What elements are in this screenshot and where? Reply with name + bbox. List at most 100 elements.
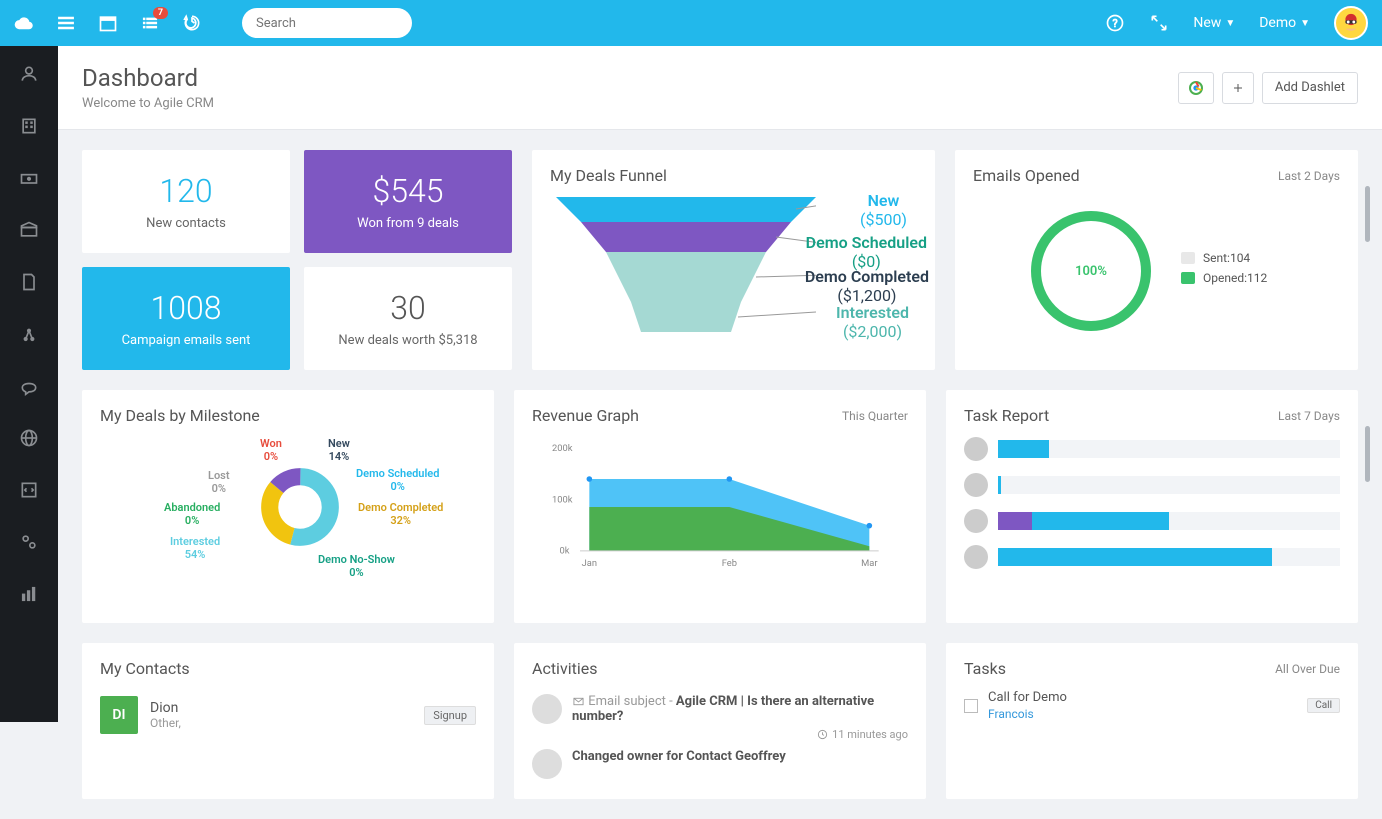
x-tick: Feb xyxy=(722,558,737,569)
funnel-stage-name: Demo Completed xyxy=(805,267,929,286)
contact-avatar: DI xyxy=(100,696,138,734)
contacts-card: My Contacts DI Dion Other, Signup xyxy=(82,643,494,799)
mail-icon xyxy=(572,696,585,707)
task-checkbox[interactable] xyxy=(964,699,978,713)
user-avatar[interactable] xyxy=(1334,6,1368,40)
chrome-ext-button[interactable] xyxy=(1178,72,1214,104)
task-link[interactable]: Francois xyxy=(988,707,1067,721)
header-actions: Add Dashlet xyxy=(1178,72,1358,104)
card-title: Activities xyxy=(532,659,597,678)
code-icon[interactable] xyxy=(19,480,39,500)
cases-icon[interactable] xyxy=(19,220,39,240)
content: 120 New contacts $545 Won from 9 deals 1… xyxy=(58,130,1382,819)
funnel-stage-amount: ($500) xyxy=(860,210,907,229)
social-icon[interactable] xyxy=(19,376,39,396)
main: Dashboard Welcome to Agile CRM Add Dashl… xyxy=(58,46,1382,819)
stat-emails[interactable]: 1008 Campaign emails sent xyxy=(82,267,290,370)
topbar: 7 ? New▼ Demo▼ xyxy=(0,0,1382,46)
task-user-avatar xyxy=(964,473,988,497)
task-title: Call for Demo xyxy=(988,690,1067,705)
deals-icon[interactable] xyxy=(19,168,39,188)
companies-icon[interactable] xyxy=(19,116,39,136)
funnel-stage-amount: ($2,000) xyxy=(836,322,909,341)
search-input[interactable] xyxy=(256,16,422,31)
scrollbar[interactable] xyxy=(1365,186,1370,242)
stat-grid: 120 New contacts $545 Won from 9 deals 1… xyxy=(82,150,512,370)
activity-avatar xyxy=(532,749,562,779)
m-pct: 0% xyxy=(391,480,405,493)
card-meta: This Quarter xyxy=(842,409,908,423)
stat-value: 1008 xyxy=(92,289,280,327)
tasks-icon[interactable]: 7 xyxy=(140,13,160,33)
m-name: Abandoned xyxy=(164,501,220,514)
funnel-chart xyxy=(556,197,816,337)
m-pct: 14% xyxy=(329,450,350,463)
add-dashlet-button[interactable]: Add Dashlet xyxy=(1262,72,1358,104)
y-tick: 200k xyxy=(552,443,573,454)
tasks-card: Tasks All Over Due Call for Demo Francoi… xyxy=(946,643,1358,799)
card-title: Revenue Graph xyxy=(532,406,639,425)
new-dropdown[interactable]: New▼ xyxy=(1193,15,1235,31)
m-pct: 0% xyxy=(349,566,363,579)
documents-icon[interactable] xyxy=(19,272,39,292)
y-tick: 0k xyxy=(559,546,569,557)
contact-name: Dion xyxy=(150,700,181,716)
task-bar xyxy=(998,548,1340,566)
task-item[interactable]: Call for Demo Francois Call xyxy=(964,690,1340,721)
m-pct: 0% xyxy=(185,514,199,527)
campaigns-icon[interactable] xyxy=(19,324,39,344)
stat-value: 30 xyxy=(314,289,502,327)
settings-icon[interactable] xyxy=(19,532,39,552)
cloud-icon[interactable] xyxy=(14,13,34,33)
legend-sent: Sent:104 xyxy=(1203,251,1250,265)
stat-won[interactable]: $545 Won from 9 deals xyxy=(304,150,512,253)
chevron-down-icon: ▼ xyxy=(1300,18,1310,29)
donut-percent: 100% xyxy=(1031,211,1151,331)
web-icon[interactable] xyxy=(19,428,39,448)
row-1: 120 New contacts $545 Won from 9 deals 1… xyxy=(82,150,1358,370)
m-name: Won xyxy=(260,437,282,450)
m-pct: 0% xyxy=(264,450,278,463)
legend-opened: Opened:112 xyxy=(1203,271,1267,285)
page-header: Dashboard Welcome to Agile CRM Add Dashl… xyxy=(58,46,1382,130)
stat-label: Won from 9 deals xyxy=(314,216,502,231)
task-row xyxy=(964,473,1340,497)
add-button[interactable] xyxy=(1222,72,1254,104)
funnel-card: My Deals Funnel New ($500) xyxy=(532,150,935,370)
activity-avatar xyxy=(532,694,562,724)
card-meta: Last 7 Days xyxy=(1278,409,1340,423)
task-rows xyxy=(964,437,1340,569)
clock-icon xyxy=(817,729,828,740)
task-bar xyxy=(998,476,1340,494)
contact-row[interactable]: DI Dion Other, Signup xyxy=(100,690,476,740)
list-icon[interactable] xyxy=(56,13,76,33)
task-bar xyxy=(998,440,1340,458)
search-box[interactable] xyxy=(242,8,412,38)
task-tag: Call xyxy=(1307,698,1340,713)
topbar-right: ? New▼ Demo▼ xyxy=(1105,6,1368,40)
stat-value: 120 xyxy=(92,172,280,210)
topbar-left: 7 xyxy=(14,8,412,38)
calendar-icon[interactable] xyxy=(98,13,118,33)
card-title: My Deals Funnel xyxy=(550,166,667,185)
milestone-card: My Deals by Milestone Won0% New14% Lost0… xyxy=(82,390,494,623)
revenue-card: Revenue Graph This Quarter 200k 100k 0k … xyxy=(514,390,926,623)
funnel-stage-name: New xyxy=(868,191,900,210)
expand-icon[interactable] xyxy=(1149,13,1169,33)
history-icon[interactable] xyxy=(182,13,202,33)
card-title: My Contacts xyxy=(100,659,190,678)
x-tick: Jan xyxy=(582,558,597,569)
task-row xyxy=(964,509,1340,533)
scrollbar[interactable] xyxy=(1365,426,1370,482)
help-icon[interactable]: ? xyxy=(1105,13,1125,33)
reports-icon[interactable] xyxy=(19,584,39,604)
m-name: Demo Completed xyxy=(358,501,443,514)
sidebar xyxy=(0,46,58,722)
stat-deals[interactable]: 30 New deals worth $5,318 xyxy=(304,267,512,370)
contacts-icon[interactable] xyxy=(19,64,39,84)
stat-label: New deals worth $5,318 xyxy=(314,333,502,348)
task-user-avatar xyxy=(964,545,988,569)
user-dropdown[interactable]: Demo▼ xyxy=(1259,15,1310,31)
stat-label: Campaign emails sent xyxy=(92,333,280,348)
stat-new-contacts[interactable]: 120 New contacts xyxy=(82,150,290,253)
